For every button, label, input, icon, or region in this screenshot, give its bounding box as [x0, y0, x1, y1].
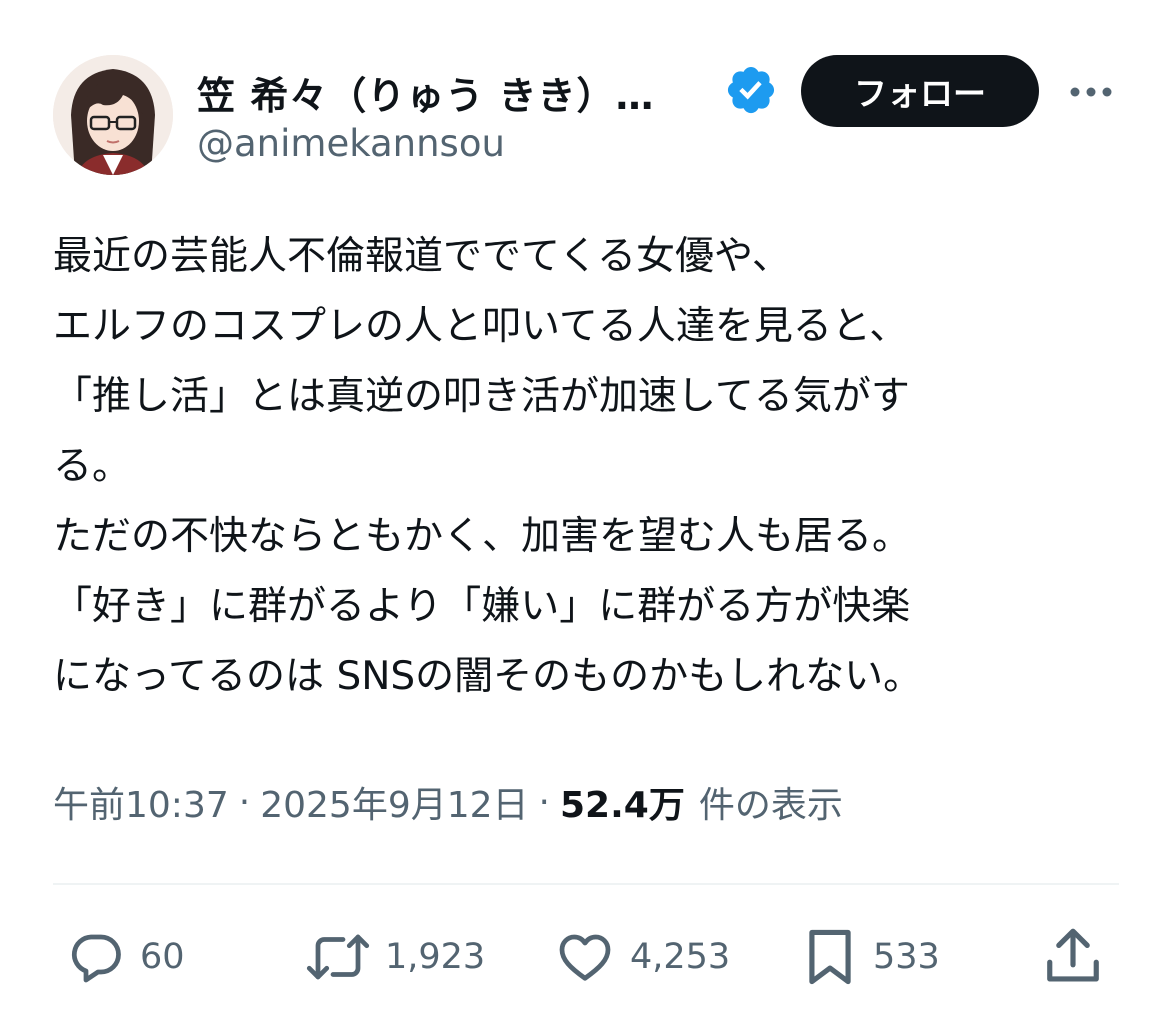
tweet-meta: 午前10:37 · 2025年9月12日 · 52.4万 件の表示: [53, 772, 843, 832]
avatar-image: [53, 55, 173, 175]
tweet-date[interactable]: 2025年9月12日: [260, 776, 528, 828]
views-count[interactable]: 52.4万: [560, 776, 685, 828]
meta-separator: ·: [238, 781, 251, 823]
like-count: 4,253: [630, 937, 731, 977]
bookmark-button[interactable]: 533: [801, 925, 940, 989]
retweet-count: 1,923: [385, 937, 486, 977]
author-handle[interactable]: @animekannsou: [197, 122, 505, 165]
reply-icon: [71, 934, 121, 983]
retweet-icon: [306, 934, 370, 980]
heart-icon: [559, 934, 611, 981]
meta-separator-2: ·: [538, 781, 550, 823]
retweet-button[interactable]: 1,923: [305, 925, 485, 989]
bookmark-count: 533: [873, 937, 940, 977]
share-button[interactable]: [1044, 925, 1102, 989]
like-button[interactable]: 4,253: [554, 925, 730, 989]
divider: [53, 883, 1119, 885]
reply-count: 60: [140, 937, 185, 977]
avatar[interactable]: [53, 55, 173, 175]
reply-button[interactable]: 60: [66, 925, 185, 989]
verified-badge-icon: [727, 66, 775, 114]
bookmark-icon: [809, 929, 851, 985]
tweet-time[interactable]: 午前10:37: [53, 776, 229, 828]
tweet-text: 最近の芸能人不倫報道ででてくる女優や、 エルフのコスプレの人と叩いてる人達を見る…: [53, 234, 923, 699]
display-name[interactable]: 笠 希々（りゅう きき）…: [197, 65, 654, 120]
more-horizontal-icon[interactable]: [1068, 78, 1114, 106]
views-label: 件の表示: [698, 785, 843, 826]
follow-button[interactable]: フォロー: [801, 55, 1039, 127]
share-icon: [1047, 928, 1099, 982]
author-name-row[interactable]: 笠 希々（りゅう きき）…: [197, 62, 654, 122]
